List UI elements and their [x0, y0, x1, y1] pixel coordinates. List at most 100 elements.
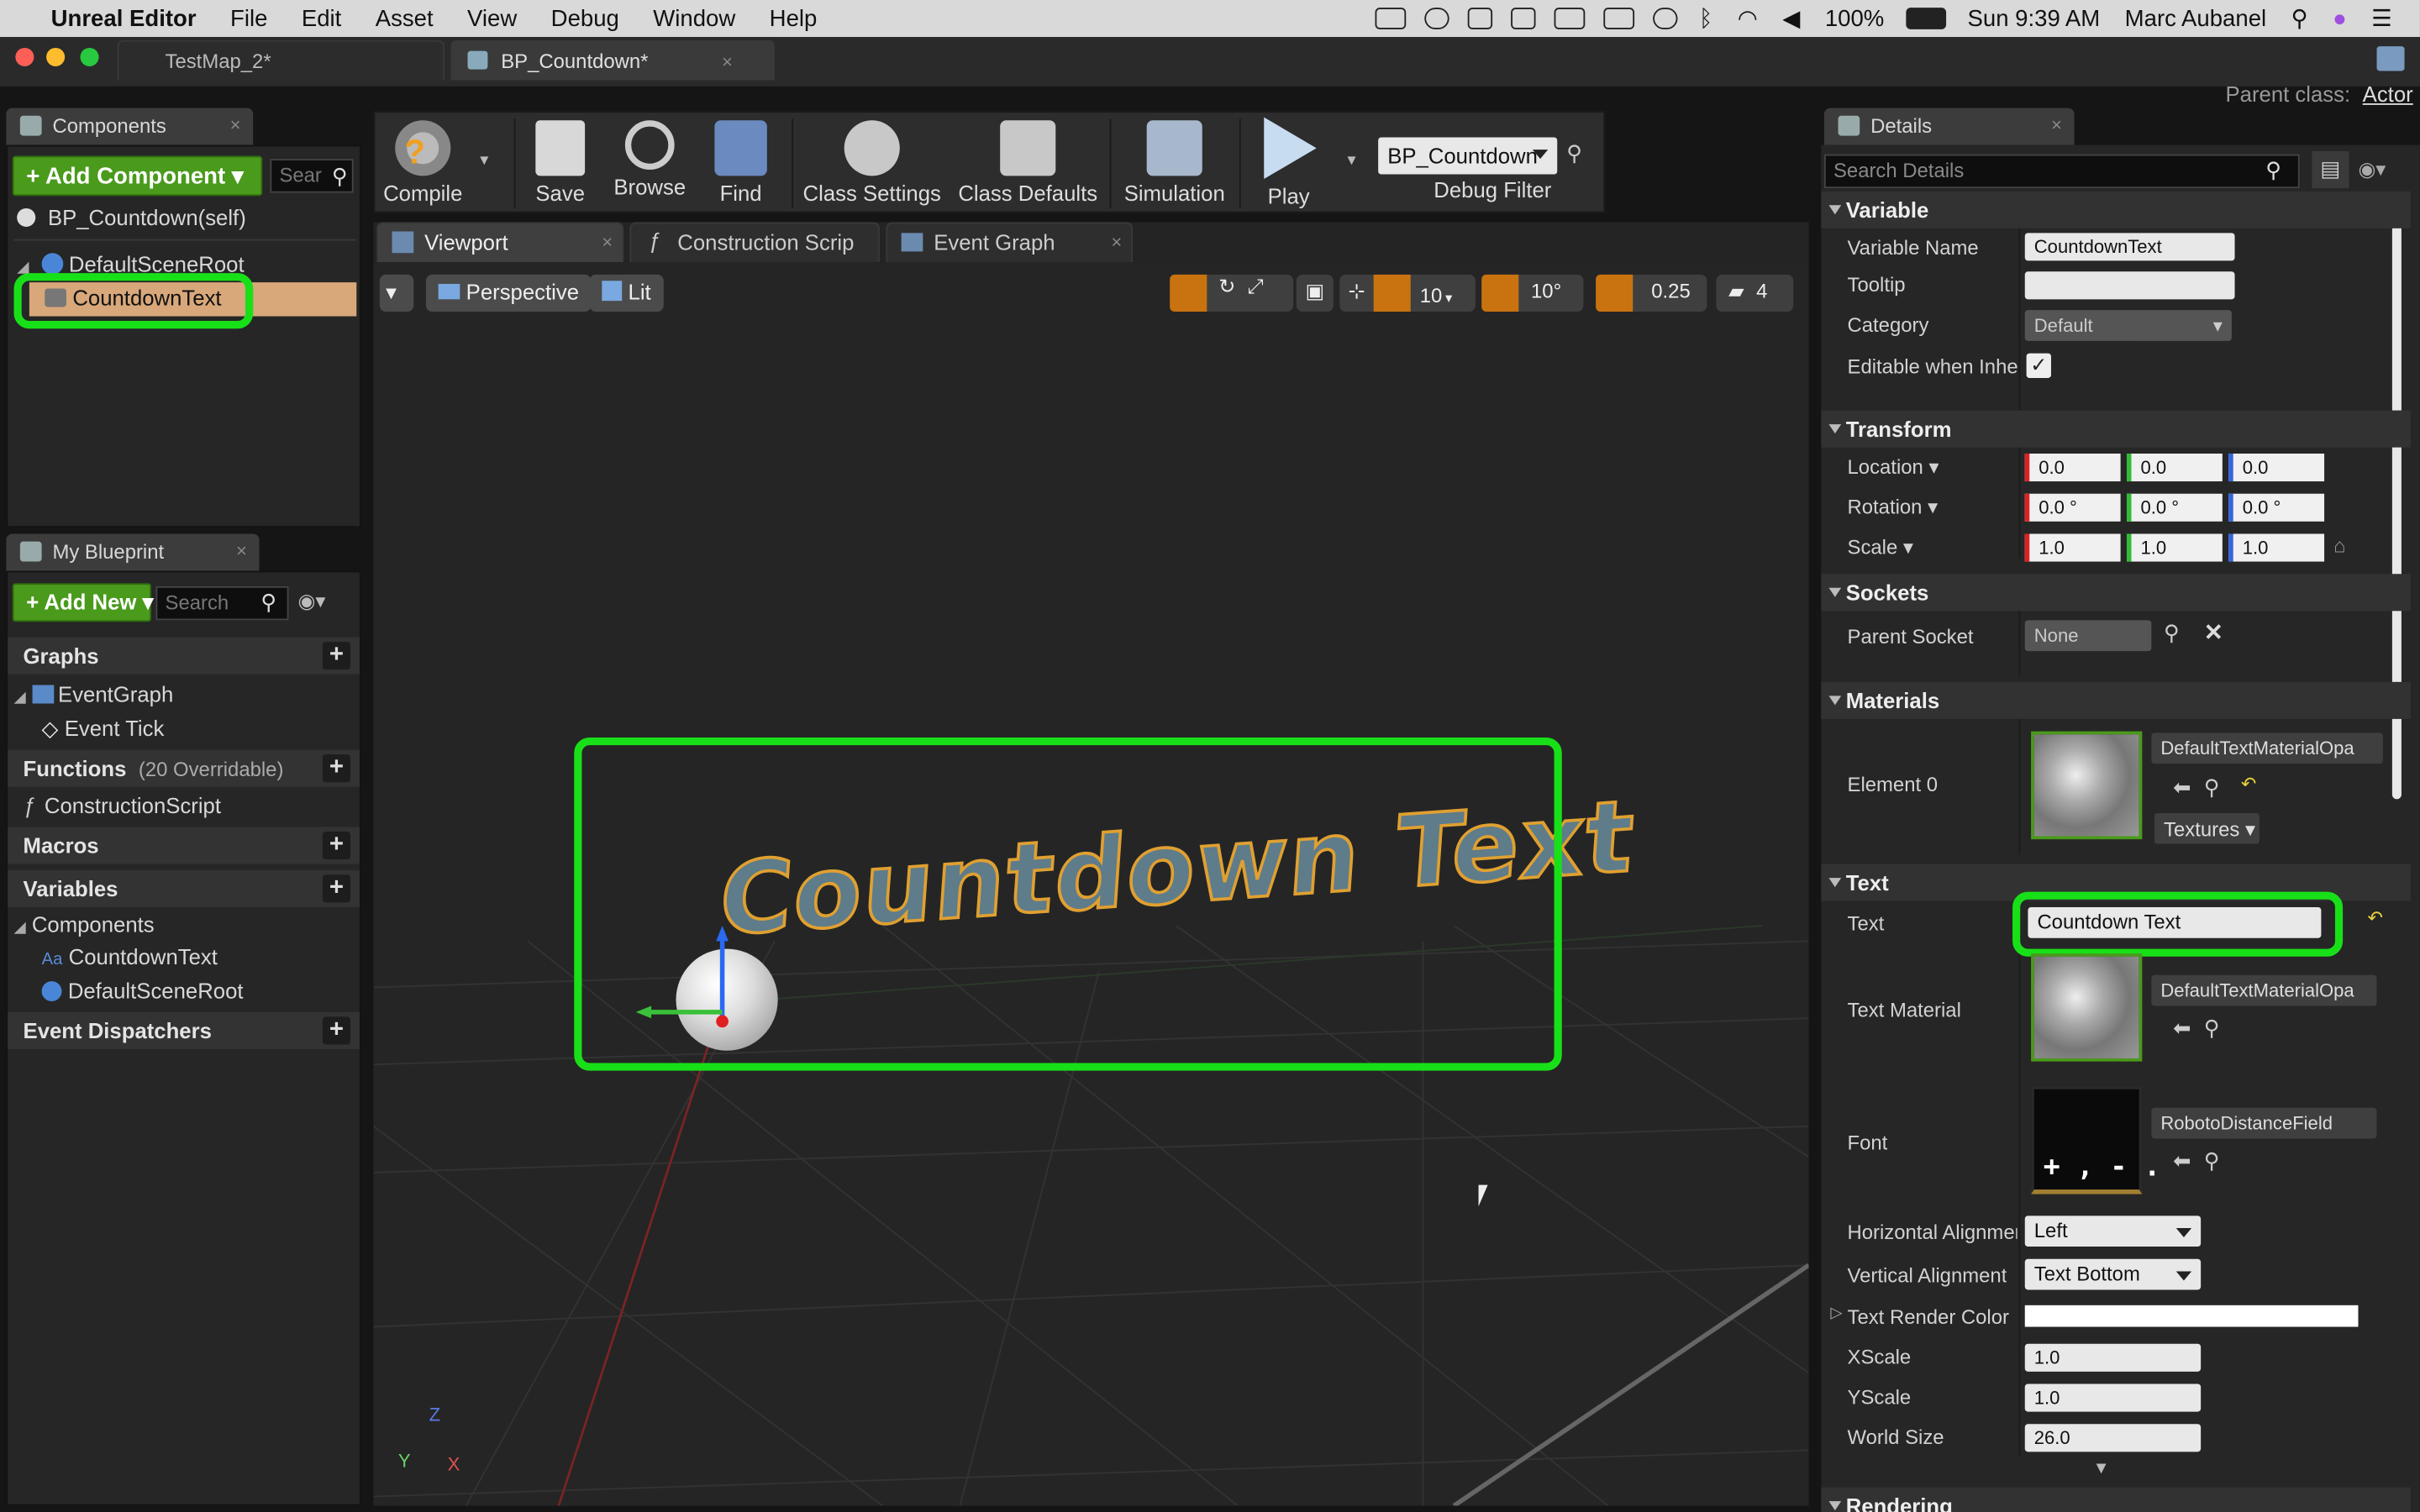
vertical-alignment-select[interactable]: Text Bottom	[2024, 1258, 2202, 1290]
clear-socket-icon[interactable]: ✕	[2204, 619, 2223, 646]
compile-button[interactable]: ? Compile	[375, 113, 471, 214]
construction-script-item[interactable]: ƒ ConstructionScript	[24, 793, 221, 817]
add-component-button[interactable]: + Add Component ▾	[12, 155, 263, 197]
scale-z-input[interactable]: 1.0	[2228, 533, 2325, 562]
scale-snap-toggle-icon[interactable]	[1596, 274, 1634, 312]
location-x-input[interactable]: 0.0	[2024, 453, 2121, 482]
macros-section[interactable]: Macros +	[8, 827, 360, 864]
dropdown-arrow-icon[interactable]: ▾	[1445, 290, 1452, 305]
location-z-input[interactable]: 0.0	[2228, 453, 2325, 482]
zoom-window-icon[interactable]	[80, 47, 99, 66]
debug-object-select[interactable]: BP_Countdown	[1378, 137, 1558, 175]
facetime-icon[interactable]	[1375, 8, 1406, 29]
browse-socket-icon[interactable]: ⚲	[2164, 620, 2180, 646]
volume-icon[interactable]: ◀	[1770, 5, 1813, 32]
horizontal-alignment-select[interactable]: Left	[2024, 1215, 2202, 1247]
coordinate-system-icon[interactable]: ▣	[1296, 274, 1334, 312]
dropbox-icon[interactable]	[1467, 8, 1492, 29]
tooltip-input[interactable]	[2024, 271, 2235, 300]
use-selected-arrow-icon[interactable]: ⬅	[2173, 1148, 2191, 1174]
add-macro-button[interactable]: +	[322, 831, 350, 860]
creative-cloud-icon[interactable]	[1423, 8, 1449, 29]
find-button[interactable]: Find	[702, 113, 780, 214]
grid-snap-group[interactable]: ⊹ 10 ▾	[1339, 274, 1476, 312]
menu-help[interactable]: Help	[752, 5, 834, 31]
event-graph-item[interactable]: ◢ EventGraph	[14, 682, 174, 706]
text-material-thumbnail[interactable]	[2031, 953, 2143, 1062]
tab-testmap[interactable]: TestMap_2*	[117, 39, 445, 81]
variable-default-scene-root[interactable]: DefaultSceneRoot	[41, 978, 244, 1003]
category-select[interactable]: Default ▾	[2024, 310, 2232, 341]
translate-mode-icon[interactable]	[1170, 274, 1207, 312]
viewport[interactable]: ▾ Perspective Lit ↻ ⤢ ▣ ⊹ 10 ▾ 10° 0.25 ▰ 4…	[373, 262, 1809, 1506]
components-category[interactable]: ◢ Components	[14, 911, 155, 936]
close-panel-icon[interactable]: ×	[236, 540, 247, 562]
rotate-mode-icon[interactable]: ↻	[1218, 275, 1235, 298]
tab-construction-script[interactable]: ƒ Construction Scrip	[629, 222, 880, 263]
editable-inherit-checkbox[interactable]: ✓	[2026, 353, 2051, 378]
save-button[interactable]: Save	[523, 113, 597, 214]
rendering-section[interactable]: Rendering	[1821, 1487, 2411, 1512]
show-advanced-arrow-icon[interactable]: ▼	[2093, 1460, 2110, 1478]
property-matrix-icon[interactable]: ▤	[2312, 150, 2349, 189]
components-tab[interactable]: Components ×	[6, 108, 254, 145]
use-selected-arrow-icon[interactable]: ⬅	[2173, 1016, 2191, 1042]
event-dispatchers-section[interactable]: Event Dispatchers +	[8, 1011, 360, 1049]
class-defaults-button[interactable]: Class Defaults	[955, 113, 1101, 214]
browse-button[interactable]: Browse	[607, 113, 693, 214]
sockets-section[interactable]: Sockets	[1821, 574, 2411, 612]
user-name[interactable]: Marc Aubanel	[2112, 5, 2279, 31]
visibility-eye-icon[interactable]: ◉▾	[297, 590, 325, 614]
close-panel-icon[interactable]: ×	[230, 114, 241, 136]
scale-y-input[interactable]: 1.0	[2126, 533, 2223, 562]
scale-snap-value[interactable]: 0.25	[1651, 279, 1690, 302]
compile-options-arrow-icon[interactable]: ▾	[480, 150, 488, 170]
tab-bp-countdown[interactable]: BP_Countdown* ×	[450, 39, 776, 81]
wifi-icon[interactable]: ◠	[1725, 5, 1770, 32]
variable-countdown-text[interactable]: Aa CountdownText	[42, 944, 218, 969]
add-dispatcher-button[interactable]: +	[322, 1016, 350, 1045]
functions-section[interactable]: Functions (20 Overridable) +	[8, 749, 360, 787]
font-thumbnail[interactable]: + , - .	[2031, 1086, 2160, 1194]
search-icon[interactable]: ⚲	[332, 164, 348, 190]
close-window-icon[interactable]	[15, 47, 34, 66]
grid-snap-value[interactable]: 10	[1420, 284, 1443, 307]
add-new-button[interactable]: + Add New ▾	[12, 583, 153, 622]
expand-arrow-icon[interactable]: ◢	[14, 920, 26, 937]
perspective-button[interactable]: Perspective	[425, 274, 592, 312]
text-render-color-swatch[interactable]	[2024, 1305, 2359, 1327]
siri-icon[interactable]: ●	[2320, 5, 2359, 31]
parent-socket-field[interactable]: None	[2024, 620, 2152, 652]
location-label[interactable]: Location ▾	[1848, 455, 1939, 480]
clock[interactable]: Sun 9:39 AM	[1955, 5, 2112, 31]
close-panel-icon[interactable]: ×	[2051, 114, 2062, 136]
close-tab-icon[interactable]: ×	[602, 232, 613, 254]
lock-icon[interactable]: ⌂	[2333, 533, 2345, 557]
scale-label[interactable]: Scale ▾	[1848, 535, 1913, 559]
browse-asset-icon[interactable]: ⚲	[2204, 774, 2220, 801]
event-tick-item[interactable]: ◇ Event Tick	[42, 716, 165, 742]
graphs-section[interactable]: Graphs +	[8, 637, 360, 675]
add-graph-button[interactable]: +	[322, 642, 350, 670]
time-machine-icon[interactable]	[1652, 8, 1678, 29]
browse-asset-icon[interactable]: ⚲	[2204, 1148, 2220, 1174]
details-tab[interactable]: Details ×	[1823, 108, 2075, 145]
element0-material-thumbnail[interactable]	[2031, 731, 2143, 840]
scale-x-input[interactable]: 1.0	[2024, 533, 2121, 562]
notification-icon[interactable]	[1510, 8, 1536, 29]
browse-asset-icon[interactable]: ⚲	[2204, 1016, 2220, 1042]
element0-material-select[interactable]: DefaultTextMaterialOpa	[2151, 732, 2383, 764]
class-settings-button[interactable]: Class Settings	[801, 113, 943, 214]
add-variable-button[interactable]: +	[322, 874, 350, 903]
rotation-snap-group[interactable]: 10°	[1481, 274, 1584, 312]
transform-mode-group[interactable]: ↻ ⤢	[1170, 274, 1294, 312]
rotation-x-input[interactable]: 0.0 °	[2024, 493, 2121, 522]
xscale-input[interactable]: 1.0	[2024, 1343, 2202, 1372]
close-tab-icon[interactable]: ×	[722, 51, 733, 73]
play-button[interactable]: Play	[1249, 113, 1329, 214]
rotation-snap-value[interactable]: 10°	[1531, 279, 1561, 302]
menu-edit[interactable]: Edit	[285, 5, 359, 31]
rotation-label[interactable]: Rotation ▾	[1848, 496, 1939, 520]
variables-section[interactable]: Variables +	[8, 869, 360, 907]
variable-name-input[interactable]: CountdownText	[2024, 233, 2235, 261]
